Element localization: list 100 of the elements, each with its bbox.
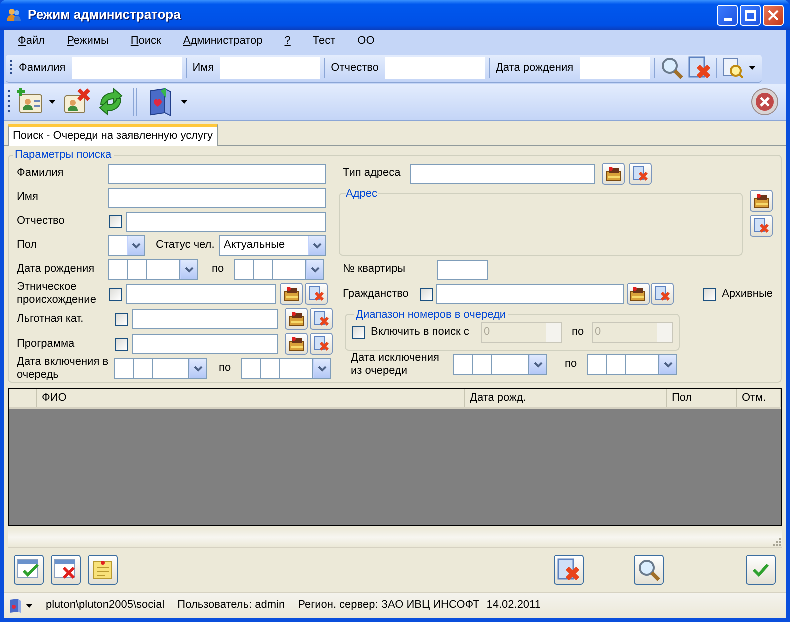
chevron-icon	[194, 366, 202, 372]
toolbar-label: Имя	[192, 60, 214, 76]
clear-button[interactable]	[686, 55, 713, 81]
note-button[interactable]	[88, 555, 118, 585]
date-picker[interactable]	[114, 358, 207, 379]
dropdown-button[interactable]	[180, 260, 197, 279]
column-header[interactable]: Пол	[667, 389, 737, 407]
field-label: Этническое происхождение	[17, 281, 98, 307]
select-button[interactable]	[602, 162, 625, 184]
toolbar-field[interactable]	[220, 57, 320, 79]
clear-button[interactable]	[651, 283, 674, 305]
text-field[interactable]	[108, 164, 326, 184]
remove-button[interactable]	[51, 555, 81, 585]
clear-button[interactable]	[750, 214, 773, 236]
ok-button[interactable]	[746, 555, 776, 585]
field-label: Дата исключения из очереди	[351, 352, 440, 378]
dropdown-button[interactable]	[659, 355, 676, 374]
checkbox[interactable]	[420, 288, 433, 300]
clear-button[interactable]	[305, 283, 328, 305]
menu-item[interactable]: ?	[284, 33, 291, 50]
group-title: Диапазон номеров в очереди	[355, 308, 508, 322]
close-icon	[768, 10, 779, 20]
status-text: pluton\pluton2005\social	[46, 598, 165, 614]
menu-item[interactable]: Администратор	[183, 33, 263, 50]
checkbox[interactable]	[115, 338, 128, 350]
checkbox[interactable]	[109, 288, 122, 300]
select-button[interactable]	[285, 308, 308, 330]
gender-combo-box[interactable]	[108, 235, 145, 256]
box-icon	[288, 311, 304, 327]
toolbar-field[interactable]	[384, 57, 485, 79]
dropdown-button[interactable]	[306, 260, 323, 279]
select-button[interactable]	[626, 283, 650, 305]
column-header[interactable]: Отм.	[737, 389, 781, 407]
date-picker[interactable]	[108, 259, 198, 280]
text-field[interactable]	[108, 188, 326, 208]
toolbar-field[interactable]	[72, 57, 182, 79]
field-label: № квартиры	[343, 263, 407, 276]
text-field[interactable]	[126, 212, 326, 232]
delete-icon	[314, 311, 330, 327]
date-picker[interactable]	[453, 354, 547, 375]
column-header[interactable]: Дата рожд.	[465, 389, 667, 407]
dropdown-button[interactable]	[308, 236, 325, 255]
select-button[interactable]	[280, 283, 303, 305]
close-form-button[interactable]	[750, 87, 780, 117]
field-label: Архивные	[722, 286, 773, 302]
field-label: Пол	[17, 239, 38, 252]
text-field[interactable]	[410, 164, 595, 184]
field-label: по	[212, 262, 226, 278]
select-button[interactable]	[750, 190, 773, 212]
clear-button[interactable]	[554, 555, 584, 585]
resize-grip-icon[interactable]	[772, 537, 782, 547]
status-text: 14.02.2011	[486, 598, 541, 614]
dropdown-button[interactable]	[313, 359, 330, 378]
text-field[interactable]	[132, 334, 278, 354]
chevron-icon	[184, 266, 194, 272]
close-button[interactable]	[763, 4, 784, 26]
chevron-icon	[318, 366, 326, 372]
dropdown-button[interactable]	[189, 359, 206, 378]
checkbox[interactable]	[115, 312, 128, 326]
checkbox[interactable]	[703, 288, 716, 300]
maximize-button[interactable]	[740, 4, 761, 26]
menu-item[interactable]: Поиск	[130, 33, 162, 50]
search-button[interactable]	[634, 555, 664, 585]
tab[interactable]: Поиск - Очереди на заявленную услугу	[8, 124, 218, 146]
menu-item[interactable]: ОО	[358, 33, 375, 50]
caret-icon	[48, 100, 56, 104]
checkbox-label: Включить в поиск с	[371, 325, 470, 340]
text-field[interactable]	[126, 284, 276, 304]
menu-item[interactable]: Тест	[312, 33, 336, 50]
toolbar-field[interactable]	[580, 57, 650, 79]
status-combo-box[interactable]: Актуальные	[219, 235, 326, 256]
date-picker[interactable]	[587, 354, 677, 375]
minimize-icon	[724, 18, 732, 20]
delete-icon	[754, 218, 770, 234]
caret-icon[interactable]	[26, 604, 33, 608]
note-icon	[92, 559, 114, 581]
text-field[interactable]	[436, 284, 624, 304]
menu-item[interactable]: Файл	[18, 33, 46, 50]
box-icon	[284, 286, 300, 302]
menu-item[interactable]: Режимы	[67, 33, 109, 50]
box-icon	[630, 286, 646, 302]
accept-button[interactable]	[14, 555, 44, 585]
clear-button[interactable]	[629, 162, 652, 184]
field-label: Льготная кат.	[17, 312, 85, 326]
checkbox[interactable]	[109, 215, 122, 228]
select-button[interactable]	[285, 333, 308, 355]
grip-icon[interactable]	[8, 89, 11, 115]
check-icon	[752, 562, 770, 578]
dropdown-button[interactable]	[127, 236, 144, 255]
clear-button[interactable]	[310, 333, 333, 355]
book-icon[interactable]	[8, 598, 22, 614]
clear-button[interactable]	[310, 308, 333, 330]
text-field[interactable]	[437, 260, 488, 280]
grip-icon[interactable]	[10, 59, 13, 77]
box-icon	[288, 336, 304, 352]
dropdown-button[interactable]	[529, 355, 546, 374]
minimize-button[interactable]	[717, 4, 738, 26]
column-header[interactable]: ФИО	[37, 389, 465, 407]
text-field[interactable]	[132, 309, 278, 329]
field-label: по	[219, 361, 232, 376]
